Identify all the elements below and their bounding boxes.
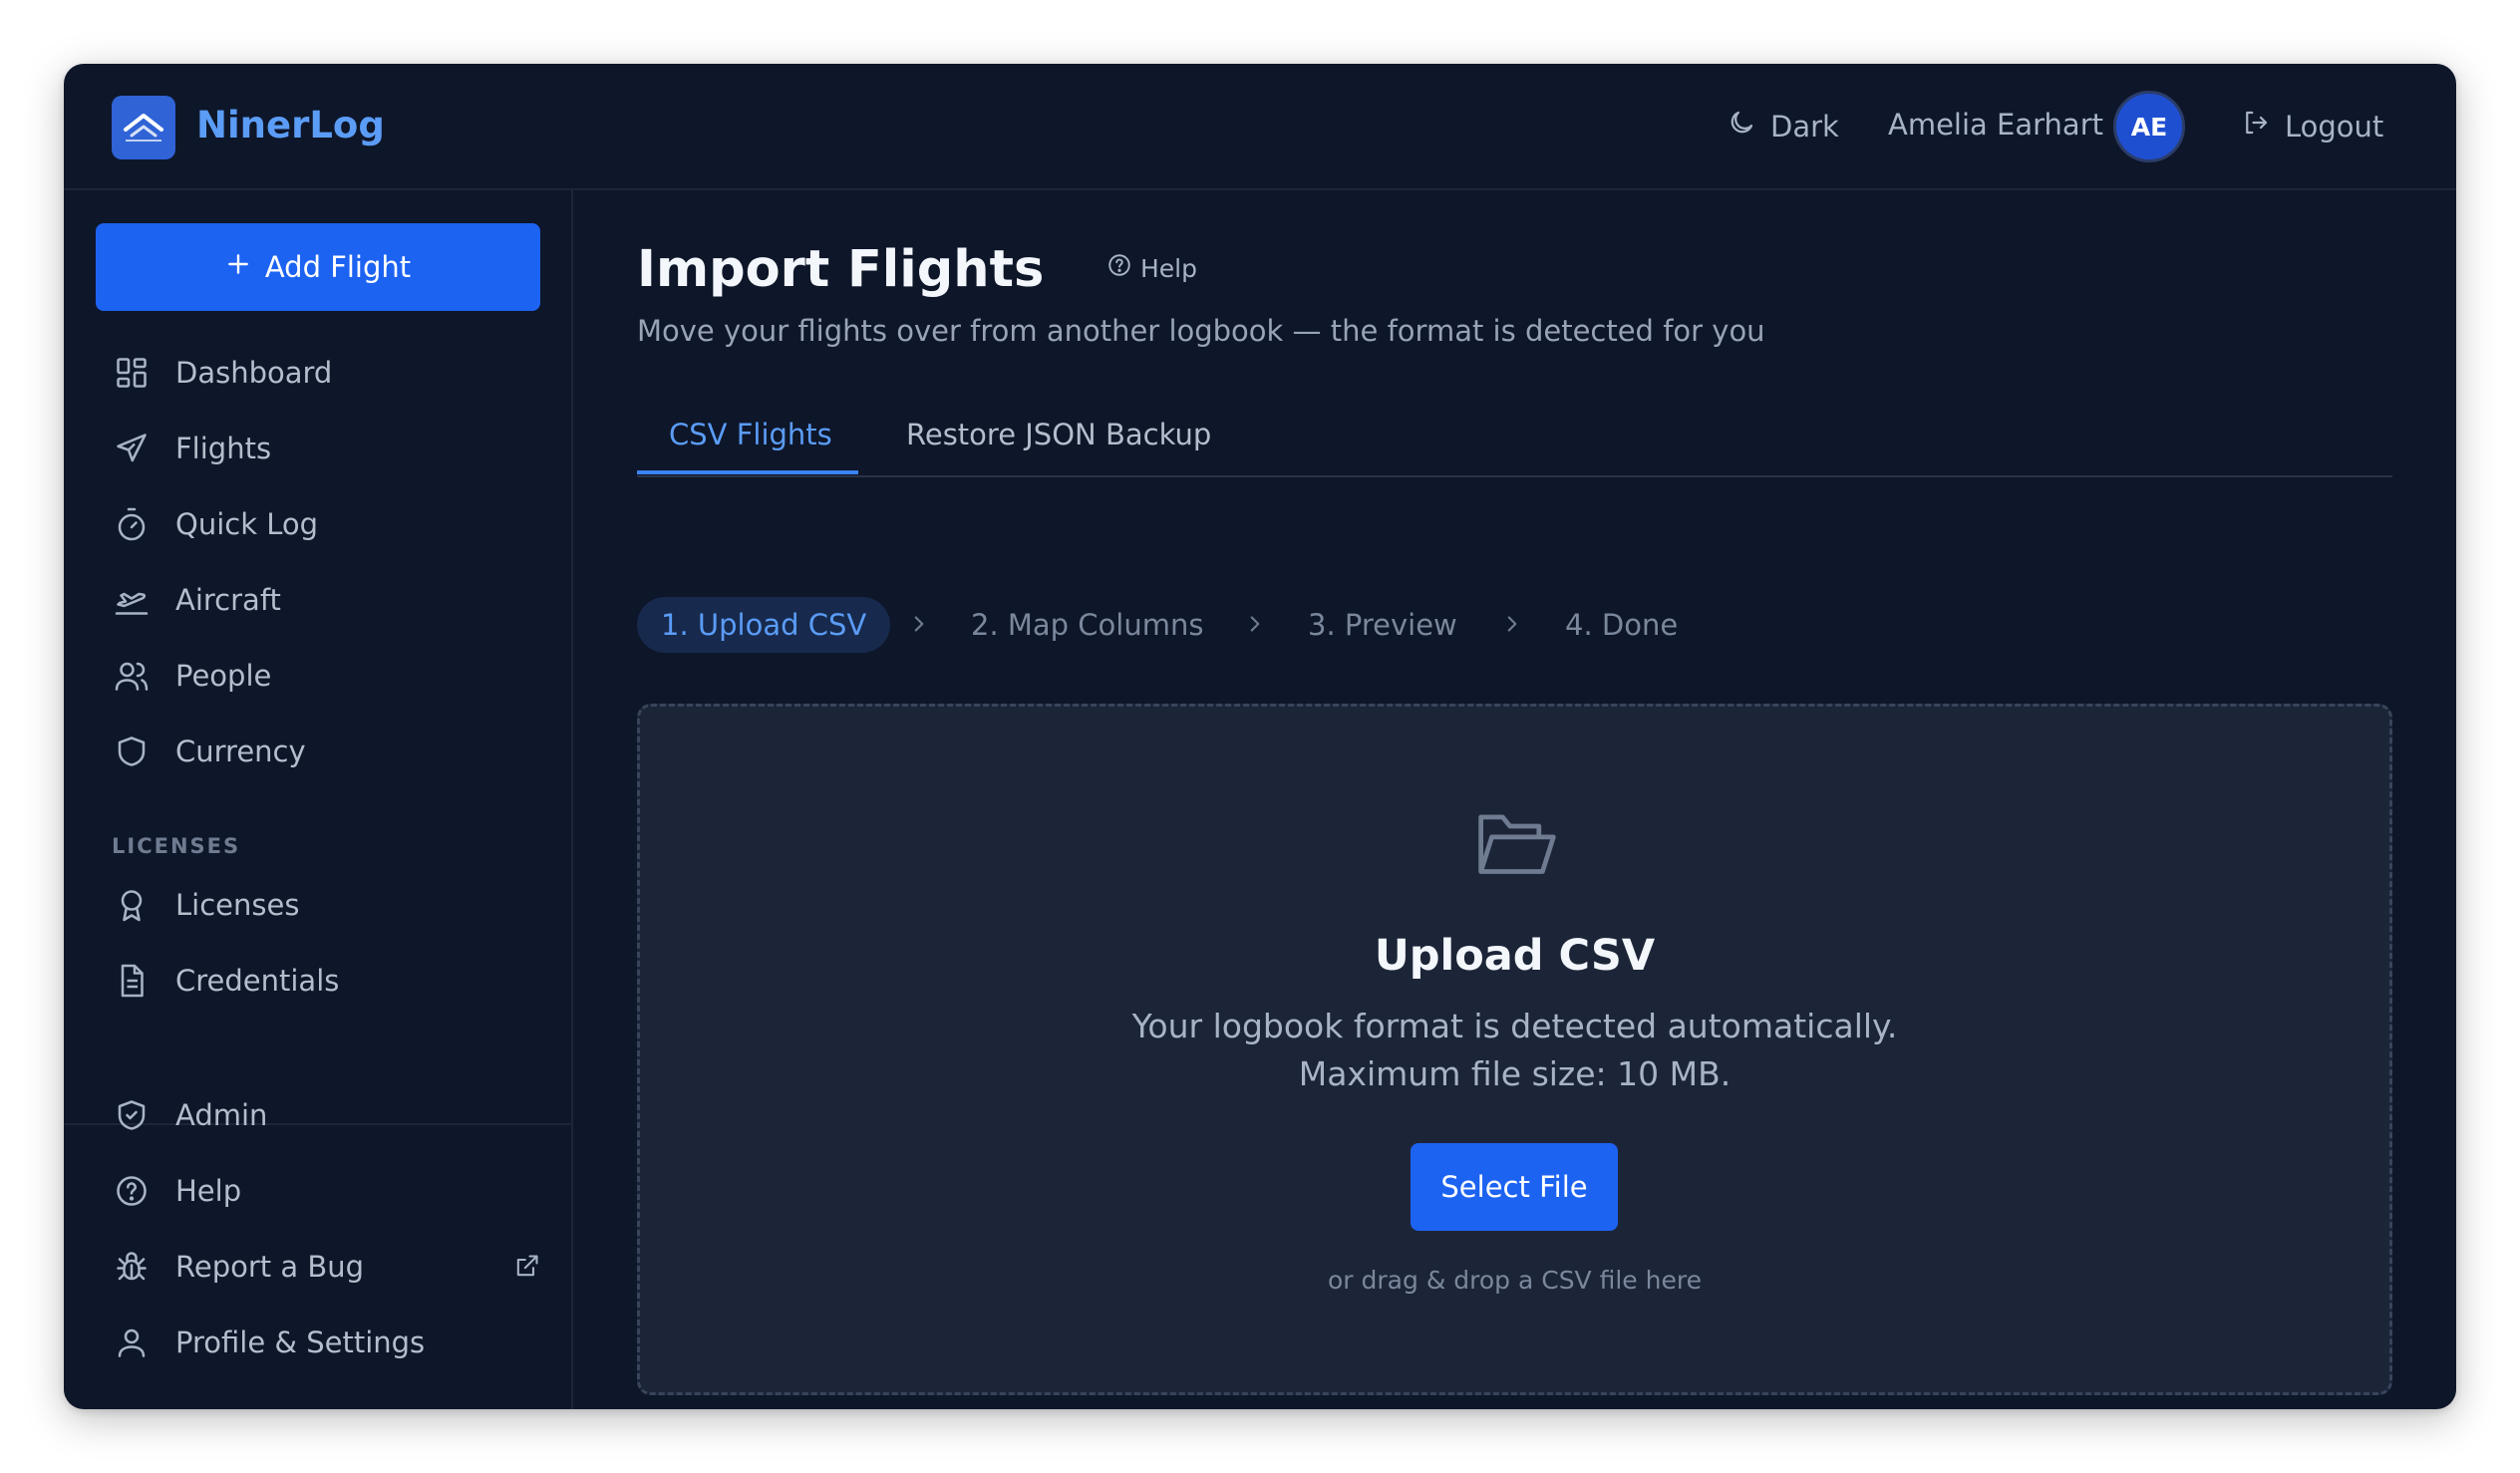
tab-bar: CSV Flights Restore JSON Backup <box>637 418 2392 477</box>
avatar[interactable]: AE <box>2113 91 2185 162</box>
sidebar-item-currency[interactable]: Currency <box>112 722 540 781</box>
app-window: NinerLog Dark Amelia Earhart AE Logout A… <box>64 64 2456 1409</box>
help-circle-icon <box>112 1171 152 1211</box>
sidebar-item-profile-settings[interactable]: Profile & Settings <box>112 1313 540 1372</box>
sidebar-item-people[interactable]: People <box>112 646 540 706</box>
dropzone-description: Your logbook format is detected automati… <box>1131 1007 1898 1045</box>
shield-check-icon <box>112 1095 152 1135</box>
step-done: 4. Done <box>1565 608 1679 642</box>
top-header: NinerLog Dark Amelia Earhart AE Logout <box>64 64 2456 190</box>
sidebar-item-admin[interactable]: Admin <box>112 1085 540 1145</box>
sidebar-item-label: Flights <box>175 432 272 465</box>
tab-csv-flights[interactable]: CSV Flights <box>669 418 832 451</box>
award-icon <box>112 885 152 925</box>
users-icon <box>112 656 152 696</box>
dashboard-icon <box>112 353 152 393</box>
main-content: Import Flights Help Move your flights ov… <box>573 190 2456 1409</box>
step-upload-csv: 1. Upload CSV <box>637 597 891 653</box>
chevron-right-icon <box>906 611 932 641</box>
sidebar-item-flights[interactable]: Flights <box>112 419 540 478</box>
chevron-right-icon <box>1499 611 1525 641</box>
sidebar-item-licenses[interactable]: Licenses <box>112 875 540 935</box>
shield-icon <box>112 732 152 771</box>
sidebar-item-label: Quick Log <box>175 507 319 541</box>
step-map-columns: 2. Map Columns <box>971 608 1204 642</box>
theme-toggle[interactable]: Dark <box>1727 108 1839 145</box>
bug-icon <box>112 1247 152 1287</box>
moon-icon <box>1727 108 1756 145</box>
sidebar-item-label: Help <box>175 1174 242 1208</box>
sidebar-item-label: Profile & Settings <box>175 1326 426 1359</box>
sidebar-item-label: Licenses <box>175 888 300 922</box>
add-flight-button[interactable]: Add Flight <box>96 223 540 311</box>
select-file-button[interactable]: Select File <box>1411 1143 1618 1231</box>
import-stepper: 1. Upload CSV 2. Map Columns 3. Preview … <box>637 597 1833 653</box>
user-icon <box>112 1323 152 1362</box>
logo-icon[interactable] <box>112 96 175 159</box>
sidebar-item-label: People <box>175 659 272 693</box>
sidebar-item-report-bug[interactable]: Report a Bug <box>112 1237 540 1297</box>
tab-restore-json-backup[interactable]: Restore JSON Backup <box>906 418 1211 451</box>
sidebar: Add Flight Dashboard Flights Quick Log A… <box>64 190 573 1409</box>
sidebar-item-label: Dashboard <box>175 356 333 390</box>
sidebar-item-credentials[interactable]: Credentials <box>112 951 540 1011</box>
dropzone-hint: or drag & drop a CSV file here <box>1328 1266 1702 1295</box>
help-circle-icon <box>1106 252 1132 284</box>
active-tab-indicator <box>637 470 858 474</box>
licenses-section-label: LICENSES <box>112 834 241 858</box>
logout-icon <box>2241 108 2271 145</box>
sidebar-item-aircraft[interactable]: Aircraft <box>112 570 540 630</box>
plus-icon <box>225 250 251 284</box>
sidebar-item-help[interactable]: Help <box>112 1161 540 1221</box>
folder-open-icon <box>1473 806 1561 890</box>
step-preview: 3. Preview <box>1308 608 1457 642</box>
sidebar-item-label: Aircraft <box>175 583 281 617</box>
sidebar-item-quick-log[interactable]: Quick Log <box>112 494 540 554</box>
sidebar-item-label: Report a Bug <box>175 1250 365 1284</box>
add-flight-label: Add Flight <box>264 250 412 284</box>
stopwatch-icon <box>112 504 152 544</box>
external-link-icon <box>512 1253 540 1285</box>
dropzone-title: Upload CSV <box>1374 931 1656 981</box>
plane-takeoff-icon <box>112 580 152 620</box>
sidebar-item-label: Credentials <box>175 964 340 998</box>
csv-dropzone[interactable]: Upload CSV Your logbook format is detect… <box>637 704 2392 1395</box>
theme-label: Dark <box>1770 109 1839 144</box>
app-name[interactable]: NinerLog <box>196 104 385 147</box>
page-subtitle: Move your flights over from another logb… <box>637 314 1765 348</box>
plane-icon <box>112 429 152 468</box>
document-icon <box>112 961 152 1001</box>
dropzone-size-limit: Maximum file size: 10 MB. <box>1298 1054 1732 1093</box>
logout-label: Logout <box>2285 109 2384 144</box>
page-title: Import Flights <box>637 240 1045 299</box>
sidebar-item-label: Admin <box>175 1098 268 1132</box>
chevron-right-icon <box>1242 611 1268 641</box>
help-link[interactable]: Help <box>1106 252 1197 284</box>
help-label: Help <box>1140 253 1197 283</box>
logout-button[interactable]: Logout <box>2241 108 2383 145</box>
user-name[interactable]: Amelia Earhart <box>1888 108 2103 142</box>
sidebar-item-label: Currency <box>175 735 306 768</box>
sidebar-item-dashboard[interactable]: Dashboard <box>112 343 540 403</box>
